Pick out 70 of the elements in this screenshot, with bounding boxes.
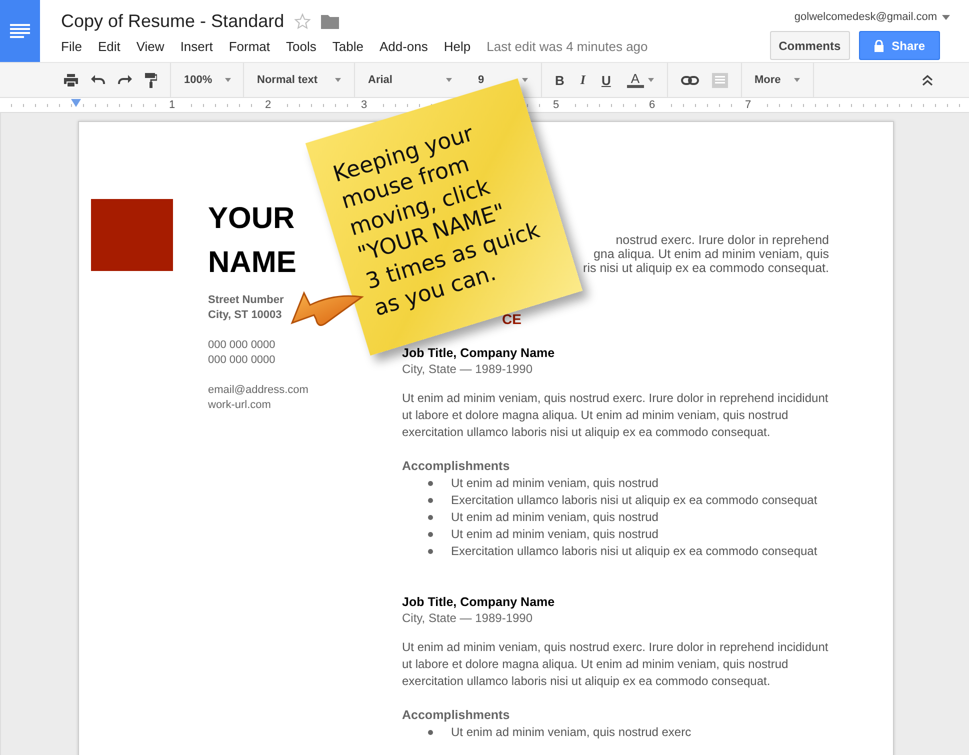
bullet-icon (428, 481, 433, 486)
accomplishments-heading: Accomplishments (402, 707, 511, 724)
folder-icon[interactable] (321, 14, 340, 28)
redo-icon[interactable] (118, 75, 132, 85)
caret-icon (335, 78, 341, 82)
caret-icon (794, 78, 800, 82)
star-icon[interactable] (294, 12, 312, 30)
menu-item[interactable]: Insert (180, 39, 213, 54)
undo-icon[interactable] (91, 75, 105, 85)
comments-button[interactable]: Comments (770, 31, 850, 60)
caret-icon (225, 78, 232, 82)
print-icon[interactable] (64, 74, 78, 86)
menu-item[interactable]: Table (332, 39, 364, 54)
caret-icon (446, 78, 452, 82)
docs-logo-icon[interactable] (0, 0, 40, 62)
menu-item[interactable]: Edit (98, 39, 120, 54)
style-dropdown[interactable]: Normal text (257, 74, 318, 86)
paragraph-fragment: gna aliqua. Ut enim ad minim veniam, quis (593, 247, 829, 261)
phone-number: 000 000 0000 (208, 338, 276, 353)
paint-roller-icon[interactable] (145, 72, 157, 88)
bullet-icon (428, 532, 433, 537)
font-dropdown[interactable]: Arial (368, 74, 392, 86)
address-line: City, ST 10003 (208, 308, 283, 323)
address-line: Street Number (208, 293, 285, 308)
job-location-dates: City, State — 1989-1990 (402, 362, 534, 377)
collapse-icon[interactable] (922, 74, 933, 86)
document-title[interactable]: Copy of Resume - Standard (61, 10, 284, 32)
job-location-dates: City, State — 1989-1990 (402, 611, 534, 626)
bullet-text: Exercitation ullamco laboris nisi ut aliquip ex ea commodo consequat (451, 543, 818, 560)
text-color-button[interactable]: A (626, 72, 644, 88)
lock-icon (874, 40, 884, 52)
phone-number: 000 000 0000 (208, 353, 276, 368)
italic-button[interactable]: I (580, 72, 586, 88)
more-menu[interactable]: More (754, 74, 781, 86)
bold-button[interactable]: B (555, 72, 564, 88)
job-description: Ut enim ad minim veniam, quis nostrud exerc. Irure dolor in reprehend incididunt ut labore et dolore magna aliqua. Ut enim ad minim veniam, quis nostrud exercitation ullamco laboris nisi ut aliquip ex ea commodo consequat. (402, 639, 830, 690)
menu-item[interactable]: View (136, 39, 164, 54)
bullet-icon (428, 549, 433, 554)
job-title: Job Title, Company Name (402, 594, 556, 611)
name-heading[interactable]: YOUR NAME (208, 197, 318, 285)
section-heading-fragment: CE (502, 311, 522, 327)
caret-icon (648, 78, 654, 82)
menu-item[interactable]: Help (444, 39, 471, 54)
paragraph-fragment: ris nisi ut aliquip ex ea commodo consequat. (583, 261, 829, 275)
menu-item[interactable]: File (61, 39, 82, 54)
accomplishments-heading: Accomplishments (402, 458, 511, 475)
font-size-dropdown[interactable]: 9 (478, 74, 484, 86)
job-description: Ut enim ad minim veniam, quis nostrud exerc. Irure dolor in reprehend incididunt ut labore et dolore magna aliqua. Ut enim ad minim veniam, quis nostrud exercitation ullamco laboris nisi ut aliquip ex ea commodo consequat. (402, 390, 830, 441)
account-email[interactable]: golwelcomedesk@gmail.com (794, 11, 937, 23)
bullet-text: Ut enim ad minim veniam, quis nostrud (451, 526, 658, 543)
menu-item[interactable]: Format (228, 39, 270, 54)
last-edit-status[interactable]: Last edit was 4 minutes ago (486, 39, 648, 54)
job-title: Job Title, Company Name (402, 345, 556, 362)
caret-icon[interactable] (942, 14, 950, 20)
link-icon[interactable] (680, 76, 699, 84)
bullet-text: Ut enim ad minim veniam, quis nostrud (451, 475, 658, 492)
zoom-dropdown[interactable]: 100% (184, 74, 212, 86)
bullet-icon (428, 498, 433, 503)
ruler[interactable]: 1 2 3 5 6 7 (0, 98, 969, 113)
bullet-icon (428, 730, 433, 735)
underline-button[interactable]: U (601, 72, 611, 88)
contact-line: email@address.com (208, 383, 310, 398)
paragraph-fragment: nostrud exerc. Irure dolor in reprehend (616, 233, 829, 247)
bullet-text: Ut enim ad minim veniam, quis nostrud exerc (451, 724, 692, 741)
bullet-icon (428, 515, 433, 520)
bullet-text: Ut enim ad minim veniam, quis nostrud (451, 509, 658, 526)
menu-item[interactable]: Add-ons (379, 39, 428, 54)
menu-item[interactable]: Tools (286, 39, 316, 54)
contact-line: work-url.com (208, 398, 272, 413)
bullet-text: Exercitation ullamco laboris nisi ut aliquip ex ea commodo consequat (451, 492, 818, 509)
